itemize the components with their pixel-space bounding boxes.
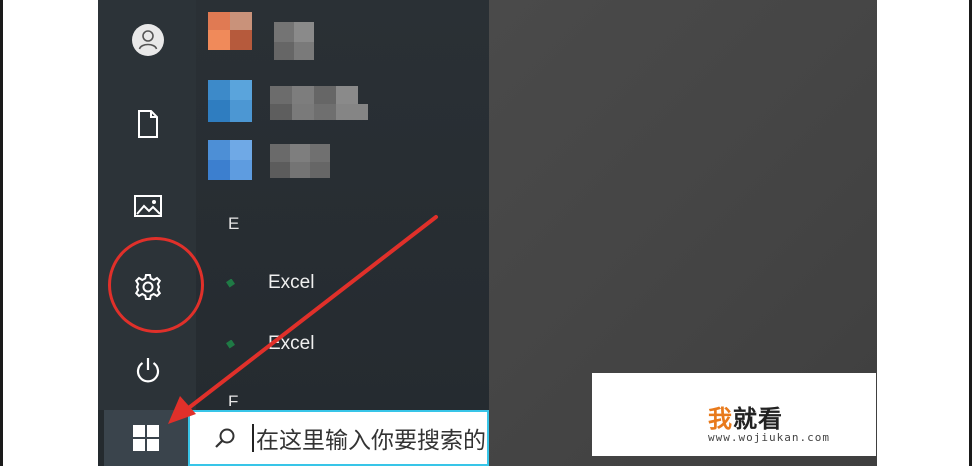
watermark-title-rest: 就看 [733, 405, 783, 433]
watermark-title: 我就看 [708, 399, 783, 434]
watermark-url: www.wojiukan.com [708, 431, 830, 444]
watermark: 我就看 www.wojiukan.com [592, 373, 876, 456]
watermark-title-accent: 我 [708, 405, 733, 433]
screenshot-frame: E Excel Excel F 在这里输入你要搜索的 我就看 www.wojiu… [0, 0, 972, 466]
